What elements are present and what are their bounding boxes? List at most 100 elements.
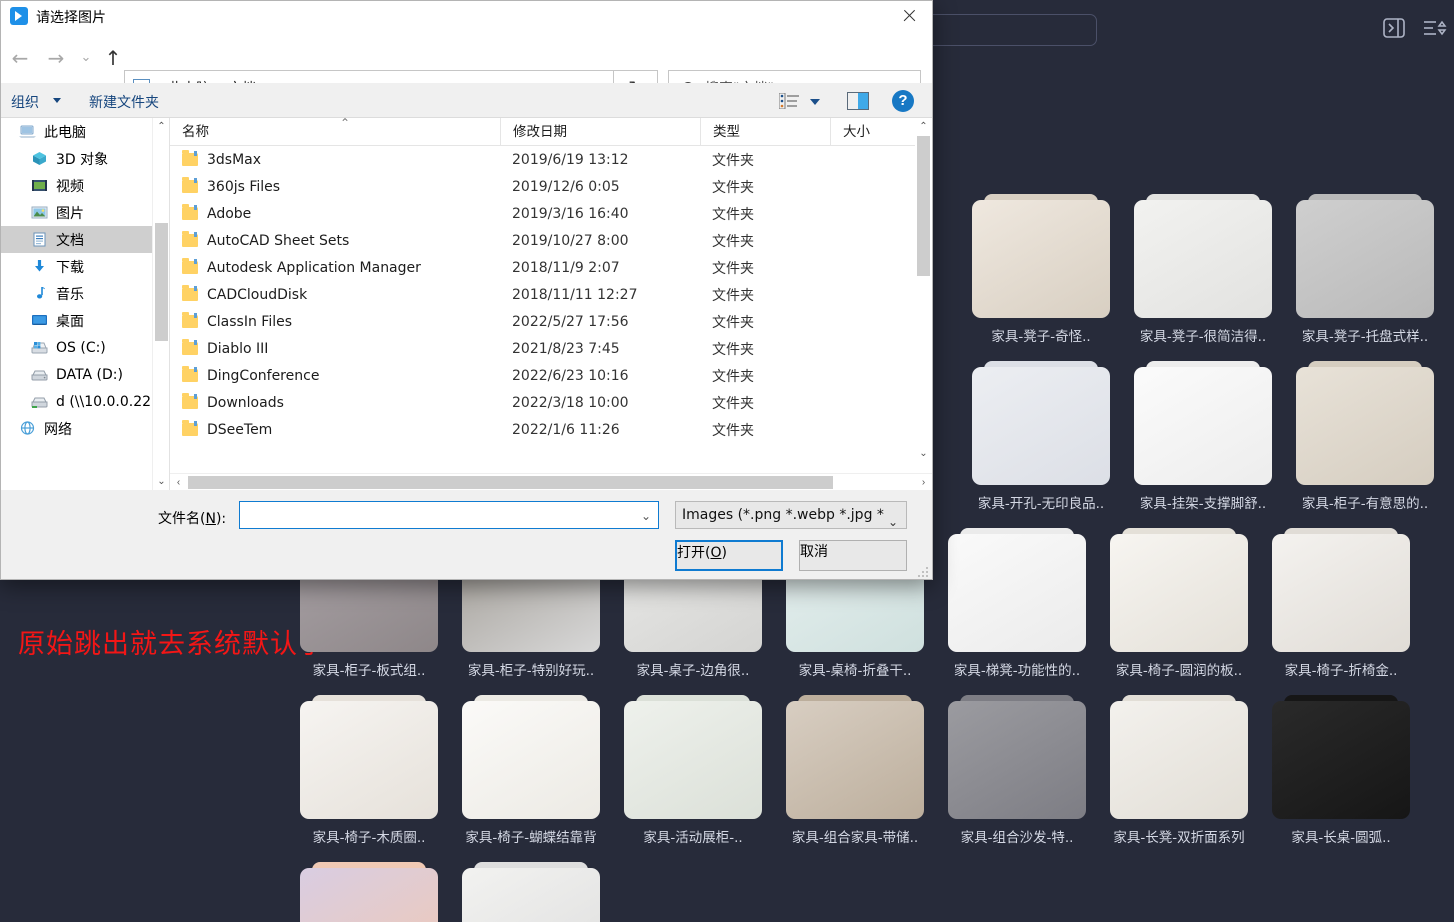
panel-toggle-icon[interactable] <box>1381 16 1409 42</box>
tree-item-8[interactable]: OS (C:) <box>1 334 169 361</box>
scroll-up-icon[interactable]: ⌃ <box>915 118 932 135</box>
gallery-item[interactable]: 家具-凳子-托盘式样.. <box>1284 194 1446 345</box>
filename-input[interactable] <box>240 502 638 528</box>
scroll-down-icon[interactable]: ⌄ <box>153 473 169 490</box>
gallery-item[interactable]: 家具-梯凳-功能性的.. <box>936 528 1098 679</box>
tree-item-0[interactable]: 此电脑 <box>1 118 169 145</box>
table-row[interactable]: DSeeTem 2022/1/6 11:26 文件夹 <box>170 416 932 443</box>
back-button[interactable]: ← <box>7 45 33 71</box>
table-row[interactable]: 360js Files 2019/12/6 0:05 文件夹 <box>170 173 932 200</box>
cancel-button[interactable]: 取消 <box>799 540 907 571</box>
tree-item-label: d (\\10.0.0.221) <box>56 393 166 410</box>
table-row[interactable]: DingConference 2022/6/23 10:16 文件夹 <box>170 362 932 389</box>
gallery-item[interactable]: 家具-柜子-有意思的.. <box>1284 361 1446 512</box>
gallery-item[interactable]: 家具-椅子-木质圈.. <box>288 695 450 846</box>
column-header-type[interactable]: 类型 <box>700 118 830 146</box>
folder-icon <box>182 150 198 166</box>
up-button[interactable]: ↑ <box>100 45 126 71</box>
open-label-post: ) <box>721 545 727 561</box>
gallery-item[interactable]: 家具-挂架-支撑脚舒.. <box>1122 361 1284 512</box>
gallery-item-caption: 家具-桌子-边角很.. <box>636 663 750 679</box>
table-row[interactable]: ClassIn Files 2022/5/27 17:56 文件夹 <box>170 308 932 335</box>
table-row[interactable]: 3dsMax 2019/6/19 13:12 文件夹 <box>170 146 932 173</box>
scroll-up-icon[interactable]: ⌃ <box>153 118 169 135</box>
tree-item-2[interactable]: 视频 <box>1 172 169 199</box>
dialog-body: 此电脑 3D 对象 视频 图片 文档 下载 音乐 桌面 OS (C:) DATA (D:) d (\… <box>1 118 932 490</box>
gallery-item[interactable]: 家具-椅子-蝴蝶结靠背 <box>450 695 612 846</box>
preview-pane-icon[interactable] <box>847 92 869 110</box>
view-list-icon[interactable] <box>778 92 799 110</box>
column-header-date[interactable]: 修改日期 <box>500 118 700 146</box>
table-row[interactable]: Diablo III 2021/8/23 7:45 文件夹 <box>170 335 932 362</box>
resize-grip[interactable] <box>917 565 929 577</box>
tree-item-4[interactable]: 文档 <box>1 226 169 253</box>
thumbnail-wrap <box>972 194 1110 318</box>
thumbnail-wrap <box>948 528 1086 652</box>
help-button[interactable]: ? <box>892 90 914 112</box>
gallery-item[interactable]: 家具-活动展柜-.. <box>612 695 774 846</box>
file-type-filter[interactable]: Images (*.png *.webp *.jpg * ⌄ <box>675 501 907 529</box>
tree-item-5[interactable]: 下载 <box>1 253 169 280</box>
folder-icon <box>182 177 198 193</box>
cell-type: 文件夹 <box>712 422 754 439</box>
thumbnail-image <box>1110 534 1248 652</box>
list-horizontal-scrollbar[interactable]: ‹ › <box>170 473 932 490</box>
list-vertical-scrollbar[interactable]: ⌃ ⌄ <box>915 118 932 462</box>
gallery-item-caption: 家具-凳子-奇怪.. <box>991 329 1091 345</box>
chevron-down-icon[interactable] <box>53 98 61 103</box>
table-row[interactable]: Autodesk Application Manager 2018/11/9 2:… <box>170 254 932 281</box>
file-list-pane: 名称 ⌃ 修改日期 类型 大小 3dsMax 2019/6/19 13:12 文件夹… <box>170 118 932 490</box>
table-row[interactable]: Adobe 2019/3/16 16:40 文件夹 <box>170 200 932 227</box>
open-button[interactable]: 打开(O) <box>675 540 783 571</box>
recent-locations-button[interactable]: ⌄ <box>73 45 99 71</box>
gallery-item[interactable]: 家具-椅子-圆润的板.. <box>1098 528 1260 679</box>
close-icon[interactable] <box>886 1 932 31</box>
cell-name: DingConference <box>170 366 500 384</box>
forward-button[interactable]: → <box>43 45 69 71</box>
tree-item-7[interactable]: 桌面 <box>1 307 169 334</box>
column-header-size[interactable]: 大小 <box>830 118 910 146</box>
tree-item-1[interactable]: 3D 对象 <box>1 145 169 172</box>
cell-type: 文件夹 <box>712 206 754 223</box>
gallery-item[interactable] <box>450 862 612 922</box>
gallery-item[interactable]: 家具-长凳-双折面系列 <box>1098 695 1260 846</box>
scrollbar-thumb[interactable] <box>188 476 833 489</box>
organize-button[interactable]: 组织 <box>11 92 39 112</box>
tree-scrollbar[interactable]: ⌃ ⌄ <box>152 118 169 490</box>
gallery-item[interactable] <box>288 862 450 922</box>
downloads-icon <box>31 259 48 274</box>
gallery-item[interactable]: 家具-凳子-奇怪.. <box>960 194 1122 345</box>
gallery-item[interactable]: 家具-凳子-很简洁得.. <box>1122 194 1284 345</box>
scrollbar-thumb[interactable] <box>155 223 168 341</box>
table-row[interactable]: CADCloudDisk 2018/11/11 12:27 文件夹 <box>170 281 932 308</box>
tree-item-11[interactable]: 网络 <box>1 415 169 442</box>
gallery-item[interactable]: 家具-长桌-圆弧.. <box>1260 695 1422 846</box>
tree-item-6[interactable]: 音乐 <box>1 280 169 307</box>
filename-input-wrap[interactable]: ⌄ <box>239 501 659 529</box>
gallery-item[interactable]: 家具-椅子-折椅金.. <box>1260 528 1422 679</box>
new-folder-button[interactable]: 新建文件夹 <box>89 92 159 112</box>
gallery-row: 家具-椅子-木质圈.. 家具-椅子-蝴蝶结靠背 家具-活动展柜-.. 家具-组合家具-… <box>288 695 1454 846</box>
filter-value: Images (*.png *.webp *.jpg * <box>682 507 884 523</box>
gallery-item[interactable]: 家具-组合沙发-特.. <box>936 695 1098 846</box>
cell-type: 文件夹 <box>712 395 754 412</box>
sort-list-icon[interactable] <box>1421 16 1449 42</box>
column-header-name[interactable]: 名称 ⌃ <box>170 118 500 146</box>
scroll-left-icon[interactable]: ‹ <box>170 474 187 490</box>
scroll-right-icon[interactable]: › <box>915 474 932 490</box>
tree-item-3[interactable]: 图片 <box>1 199 169 226</box>
chevron-down-icon[interactable]: ⌄ <box>641 509 651 523</box>
cell-type: 文件夹 <box>712 233 754 250</box>
gallery-item[interactable]: 家具-开孔-无印良品.. <box>960 361 1122 512</box>
tree-item-9[interactable]: DATA (D:) <box>1 361 169 388</box>
chevron-down-icon[interactable] <box>810 99 820 105</box>
scrollbar-thumb[interactable] <box>917 136 930 276</box>
red-annotation-text: 原始跳出就去系统默认了 <box>18 629 326 660</box>
gallery-item[interactable]: 家具-组合家具-带储.. <box>774 695 936 846</box>
cell-date: 2019/6/19 13:12 <box>512 151 629 168</box>
scroll-down-icon[interactable]: ⌄ <box>915 445 932 462</box>
tree-item-10[interactable]: d (\\10.0.0.221) <box>1 388 169 415</box>
table-row[interactable]: Downloads 2022/3/18 10:00 文件夹 <box>170 389 932 416</box>
table-row[interactable]: AutoCAD Sheet Sets 2019/10/27 8:00 文件夹 <box>170 227 932 254</box>
file-name: DSeeTem <box>207 421 273 438</box>
